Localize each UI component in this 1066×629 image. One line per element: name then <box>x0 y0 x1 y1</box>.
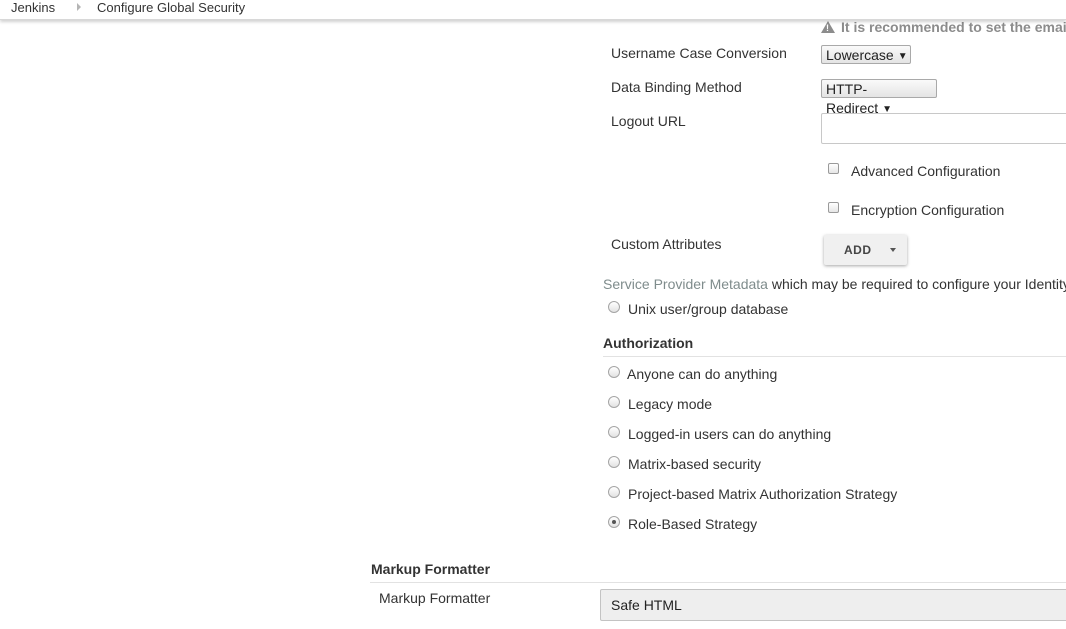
authorization-option-radio[interactable] <box>608 456 620 468</box>
markup-formatter-value: Safe HTML <box>611 597 682 613</box>
logout-url-label: Logout URL <box>611 113 686 129</box>
authorization-option-label: Project-based Matrix Authorization Strat… <box>628 486 898 502</box>
encryption-configuration-label: Encryption Configuration <box>851 202 1005 218</box>
breadcrumb-configure-global-security[interactable]: Configure Global Security <box>97 0 245 15</box>
authorization-option-label: Role-Based Strategy <box>628 516 758 532</box>
markup-formatter-label: Markup Formatter <box>379 590 491 606</box>
caret-down-icon: ▼ <box>897 51 908 62</box>
add-button-label: ADD <box>844 243 872 257</box>
authorization-divider <box>603 356 1066 357</box>
add-custom-attribute-button[interactable]: ADD <box>824 235 907 265</box>
data-binding-select[interactable]: HTTP-Redirect ▼ <box>821 79 937 116</box>
advanced-configuration-label: Advanced Configuration <box>851 163 1001 179</box>
metadata-description: which may be required to configure your … <box>767 276 1066 292</box>
encryption-configuration-checkbox[interactable] <box>828 202 839 213</box>
configure-global-security-page: Jenkins Configure Global Security It is … <box>0 0 1066 629</box>
email-warning: It is recommended to set the emai <box>821 19 1066 35</box>
authorization-option-label: Logged-in users can do anything <box>628 426 832 442</box>
warning-icon <box>821 21 835 33</box>
breadcrumb: Jenkins Configure Global Security <box>0 0 1066 20</box>
email-warning-text: It is recommended to set the emai <box>841 19 1066 35</box>
authorization-title: Authorization <box>603 335 694 351</box>
authorization-option-radio[interactable] <box>608 366 620 378</box>
breadcrumb-jenkins[interactable]: Jenkins <box>11 0 55 15</box>
metadata-line: Service Provider Metadata which may be r… <box>603 276 1066 292</box>
markup-formatter-divider <box>370 582 1066 583</box>
unix-user-group-radio[interactable] <box>608 301 620 313</box>
advanced-configuration-checkbox[interactable] <box>828 163 839 174</box>
data-binding-label: Data Binding Method <box>611 79 742 95</box>
username-case-value: Lowercase <box>826 47 894 63</box>
logout-url-input[interactable] <box>821 113 1066 144</box>
caret-down-icon[interactable] <box>890 248 896 252</box>
authorization-option-radio[interactable] <box>608 426 620 438</box>
authorization-option-radio[interactable] <box>608 396 620 408</box>
service-provider-metadata-link[interactable]: Service Provider Metadata <box>603 276 768 292</box>
chevron-right-icon[interactable] <box>77 3 81 11</box>
authorization-option-label: Legacy mode <box>628 396 713 412</box>
data-binding-value: HTTP-Redirect <box>826 81 879 116</box>
markup-formatter-select[interactable]: Safe HTML <box>600 589 1066 621</box>
authorization-option-radio[interactable] <box>608 486 620 498</box>
role-based-strategy-radio[interactable] <box>608 516 620 528</box>
unix-user-group-label: Unix user/group database <box>628 301 789 317</box>
custom-attributes-label: Custom Attributes <box>611 236 722 252</box>
username-case-label: Username Case Conversion <box>611 45 787 61</box>
username-case-select[interactable]: Lowercase ▼ <box>821 45 911 64</box>
markup-formatter-section-title: Markup Formatter <box>371 561 491 577</box>
authorization-option-label: Anyone can do anything <box>627 366 778 382</box>
authorization-option-label: Matrix-based security <box>628 456 762 472</box>
